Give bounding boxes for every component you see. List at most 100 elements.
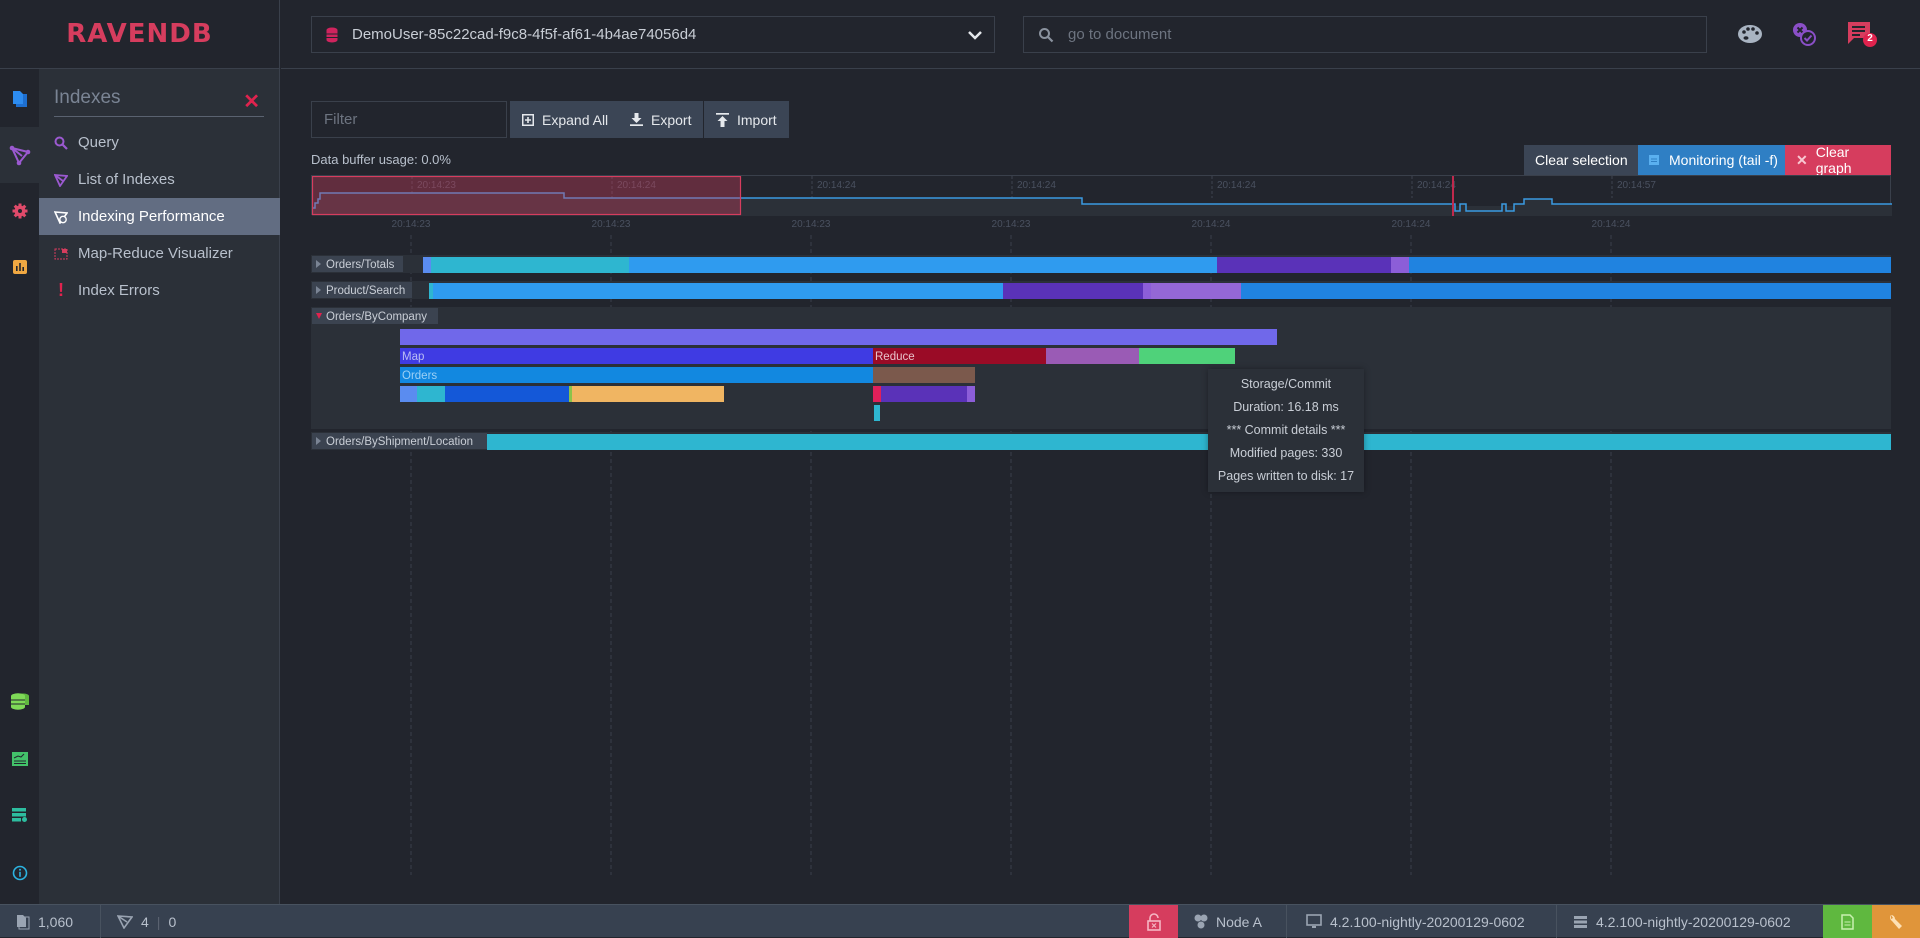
track-name: Orders/ByShipment/Location xyxy=(326,436,473,448)
logo-area[interactable]: RAVENDB xyxy=(0,0,280,68)
rail-documents[interactable] xyxy=(0,71,39,127)
menu-item-label: Indexing Performance xyxy=(78,208,225,225)
timeline-bar xyxy=(1139,348,1235,364)
timeline-bar xyxy=(1003,283,1143,299)
clear-selection-button[interactable]: Clear selection xyxy=(1524,145,1639,175)
server-version[interactable]: 4.2.100-nightly-20200129-0602 xyxy=(1574,905,1791,938)
about-icon xyxy=(12,865,27,881)
timeline-axis-label: 20:14:23 xyxy=(592,219,631,230)
expand-all-button[interactable]: Expand All xyxy=(510,101,621,138)
documents-count[interactable]: 1,060 xyxy=(16,905,100,938)
overview-tick-label: 20:14:24 xyxy=(817,180,856,191)
timeline-bar xyxy=(487,434,1891,450)
overview-timeline[interactable]: 20:14:2320:14:2420:14:2420:14:2420:14:24… xyxy=(311,175,1892,216)
monitoring-label: Monitoring (tail -f) xyxy=(1669,152,1778,168)
collection-label: Orders xyxy=(402,370,437,382)
timeline-bar xyxy=(881,386,967,402)
timeline-bar xyxy=(572,386,724,402)
expand-all-label: Expand All xyxy=(542,111,609,128)
rail-stats[interactable] xyxy=(0,239,39,295)
upload-icon xyxy=(716,112,729,127)
database-name: DemoUser-85c22cad-f9c8-4f5f-af61-4b4ae74… xyxy=(352,26,697,43)
indexes-count-value: 4 xyxy=(141,913,149,930)
timeline-bar xyxy=(1409,257,1891,273)
tooltip-duration: Duration: 16.18 ms xyxy=(1233,400,1339,414)
security-button[interactable] xyxy=(1129,905,1178,938)
support-button[interactable] xyxy=(1872,905,1920,938)
timeline-svg[interactable]: 20:14:23 20:14:23 20:14:23 20:14:23 20:14:24… xyxy=(311,215,1891,895)
error-icon: ! xyxy=(58,280,64,300)
notification-count-badge: 2 xyxy=(1867,33,1873,44)
rail-manage-server[interactable] xyxy=(0,731,39,787)
license-button[interactable] xyxy=(1823,905,1872,938)
menu-item-query[interactable]: Query xyxy=(39,124,280,161)
reduce-label: Reduce xyxy=(875,351,915,363)
index-icon xyxy=(54,172,68,188)
clear-graph-button[interactable]: ✕ Clear graph xyxy=(1785,144,1891,176)
rail-about[interactable] xyxy=(0,845,39,901)
search-input[interactable] xyxy=(1068,26,1668,43)
menu-item-label: Query xyxy=(78,134,119,151)
manage-server-icon xyxy=(11,752,28,766)
client-version-label: 4.2.100-nightly-20200129-0602 xyxy=(1330,913,1525,930)
total-bar xyxy=(400,329,1277,345)
timeline-bar xyxy=(445,386,569,402)
chevron-down-icon[interactable] xyxy=(966,26,984,44)
timeline-axis-label: 20:14:23 xyxy=(792,219,831,230)
stats-icon xyxy=(12,260,27,274)
indexes-count[interactable]: 4 | 0 xyxy=(117,905,176,938)
timeline-bar xyxy=(967,386,975,402)
close-icon[interactable]: ✕ xyxy=(243,89,260,114)
timeline-bar xyxy=(433,283,1003,299)
expand-icon xyxy=(522,113,534,126)
menu-item-indexing-performance[interactable]: Indexing Performance xyxy=(39,198,280,235)
close-icon: ✕ xyxy=(1796,151,1808,168)
rail-server-settings[interactable] xyxy=(0,787,39,843)
tooltip: Storage/Commit Duration: 16.18 ms *** Co… xyxy=(1208,369,1364,492)
timeline-axis-label: 20:14:24 xyxy=(1592,219,1631,230)
index-icon xyxy=(117,915,133,929)
track-name: Product/Search xyxy=(326,285,405,297)
filter-input[interactable] xyxy=(311,101,507,138)
clear-graph-label: Clear graph xyxy=(1815,144,1852,176)
search-icon xyxy=(1039,27,1054,42)
import-button[interactable]: Import xyxy=(704,101,789,138)
timeline-axis-label: 20:14:23 xyxy=(992,219,1031,230)
go-to-document-search[interactable] xyxy=(1023,16,1707,53)
menu-item-index-errors[interactable]: ! Index Errors xyxy=(39,272,280,309)
license-document-icon xyxy=(1841,913,1854,930)
palette-icon[interactable] xyxy=(1736,20,1764,48)
menu-item-list-of-indexes[interactable]: List of Indexes xyxy=(39,161,280,198)
rail-indexes[interactable] xyxy=(0,127,39,183)
index-errors-count-value: 0 xyxy=(168,913,177,930)
timeline-bar xyxy=(417,386,445,402)
timeline-bar xyxy=(429,283,433,299)
divider xyxy=(100,905,101,938)
rail-databases[interactable] xyxy=(0,673,39,729)
rail-settings[interactable] xyxy=(0,183,39,239)
overview-tick-label: 20:14:57 xyxy=(1617,180,1656,191)
export-button[interactable]: Export xyxy=(618,101,704,138)
timeline-axis-label: 20:14:23 xyxy=(392,219,431,230)
ravendb-logo[interactable]: RAVENDB xyxy=(66,19,212,49)
map-bar xyxy=(400,348,873,364)
timeline-chart[interactable]: 20:14:23 20:14:23 20:14:23 20:14:23 20:14:24… xyxy=(311,215,1891,895)
timeline-bar xyxy=(1046,348,1139,364)
database-selector[interactable]: DemoUser-85c22cad-f9c8-4f5f-af61-4b4ae74… xyxy=(311,16,995,53)
map-label: Map xyxy=(402,351,424,363)
node-indicator[interactable]: Node A xyxy=(1178,905,1286,938)
client-version[interactable]: 4.2.100-nightly-20200129-0602 xyxy=(1306,905,1525,938)
monitoring-toggle-button[interactable]: Monitoring (tail -f) xyxy=(1638,145,1789,175)
track-name: Orders/ByCompany xyxy=(326,311,427,323)
indexes-icon xyxy=(9,145,30,166)
overview-chart[interactable]: 20:14:2320:14:2420:14:2420:14:2420:14:24… xyxy=(312,176,1892,216)
timeline-bar xyxy=(1217,257,1391,273)
tooltip-modified-pages: Modified pages: 330 xyxy=(1229,446,1343,460)
search-icon xyxy=(54,135,68,151)
timeline-bar xyxy=(873,367,975,383)
cluster-status-icon[interactable] xyxy=(1790,20,1818,48)
menu-item-map-reduce-visualizer[interactable]: Map-Reduce Visualizer xyxy=(39,235,280,272)
notifications-button[interactable]: 2 xyxy=(1846,20,1878,48)
indexes-menu: Indexes ✕ Query List of Indexes Indexing… xyxy=(39,68,280,904)
documents-icon xyxy=(17,914,30,929)
